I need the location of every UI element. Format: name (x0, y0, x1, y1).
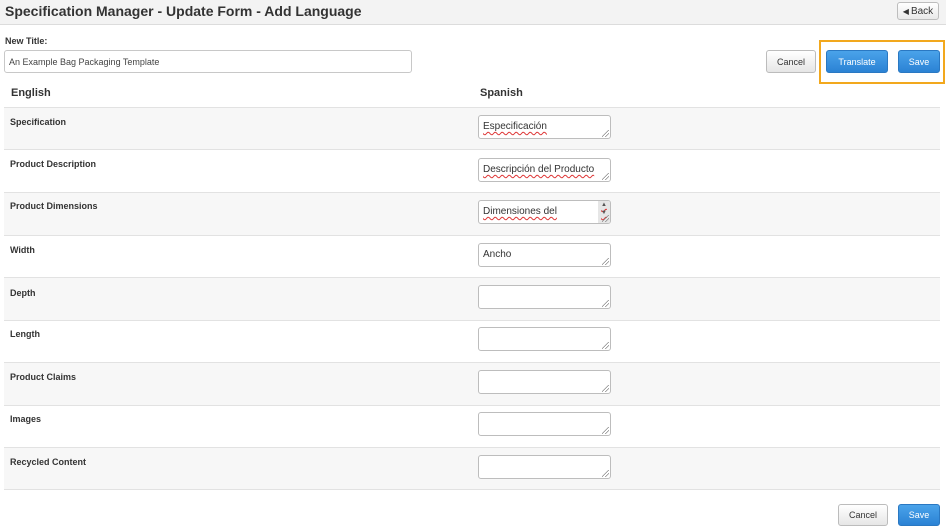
translation-field[interactable]: Dimensiones del ▲ ▼ (478, 200, 611, 224)
row-label: Recycled Content (10, 457, 87, 467)
resize-handle-icon[interactable] (602, 258, 609, 265)
table-row: Images (4, 405, 940, 448)
translation-field[interactable] (478, 285, 611, 309)
translation-field[interactable]: Descripción del Producto (478, 158, 611, 182)
translation-field[interactable]: Ancho (478, 243, 611, 267)
translation-text: Dimensiones del (483, 206, 557, 217)
resize-handle-icon[interactable] (602, 427, 609, 434)
table-row: Product Claims (4, 362, 940, 406)
resize-handle-icon[interactable] (602, 173, 609, 180)
translation-text: Ancho (483, 249, 512, 260)
table-row: Width Ancho (4, 235, 940, 278)
translate-button[interactable]: Translate (826, 50, 888, 73)
resize-handle-icon[interactable] (602, 470, 609, 477)
table-row: Specification Especificación (4, 107, 940, 150)
table-row: Product Dimensions Dimensiones del ▲ ▼ (4, 192, 940, 236)
row-label: Depth (10, 288, 36, 298)
translation-field[interactable] (478, 455, 611, 479)
table-row: Length (4, 320, 940, 363)
translation-field[interactable] (478, 412, 611, 436)
save-button[interactable]: Save (898, 50, 940, 73)
footer-save-button[interactable]: Save (898, 504, 940, 526)
table-row: Product Description Descripción del Prod… (4, 149, 940, 193)
back-button-label: Back (910, 5, 934, 17)
resize-handle-icon[interactable] (602, 385, 609, 392)
table-bottom-border (4, 489, 940, 490)
resize-handle-icon[interactable] (602, 300, 609, 307)
back-button[interactable]: ◀ Back (897, 2, 939, 20)
page-title: Specification Manager - Update Form - Ad… (5, 3, 362, 19)
new-title-input[interactable] (4, 50, 412, 73)
row-label: Width (10, 245, 35, 255)
header-bar: Specification Manager - Update Form - Ad… (0, 0, 946, 25)
resize-handle-icon[interactable] (602, 215, 609, 222)
column-header-english: English (11, 87, 51, 99)
row-label: Product Claims (10, 372, 77, 382)
table-row: Depth (4, 277, 940, 321)
resize-handle-icon[interactable] (602, 342, 609, 349)
row-label: Images (10, 414, 42, 424)
row-label: Length (10, 329, 40, 339)
translation-field[interactable] (478, 370, 611, 394)
translation-field[interactable] (478, 327, 611, 351)
translation-text: Descripción del Producto (483, 164, 595, 175)
row-label: Product Dimensions (10, 201, 98, 211)
table-row: Recycled Content (4, 447, 940, 490)
column-header-spanish: Spanish (480, 87, 523, 99)
resize-handle-icon[interactable] (602, 130, 609, 137)
chevron-left-icon: ◀ (902, 6, 909, 16)
translation-field[interactable]: Especificación (478, 115, 611, 139)
new-title-label: New Title: (5, 36, 48, 46)
footer-cancel-button[interactable]: Cancel (838, 504, 888, 526)
cancel-button[interactable]: Cancel (766, 50, 816, 73)
row-label: Specification (10, 117, 67, 127)
row-label: Product Description (10, 159, 97, 169)
translation-text: Especificación (483, 121, 547, 132)
